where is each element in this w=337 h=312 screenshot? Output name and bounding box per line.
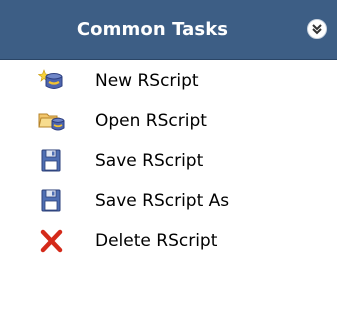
task-label: New RScript — [95, 71, 199, 91]
task-label: Save RScript — [95, 151, 204, 171]
save-rscript-link[interactable]: Save RScript — [0, 141, 330, 181]
panel-title: Common Tasks — [76, 19, 229, 40]
new-rscript-link[interactable]: New RScript — [0, 61, 330, 101]
task-label: Delete RScript — [95, 231, 218, 251]
task-label: Save RScript As — [95, 191, 230, 211]
delete-rscript-link[interactable]: Delete RScript — [0, 221, 330, 261]
save-rscript-as-link[interactable]: Save RScript As — [0, 181, 330, 221]
floppy-disk-icon — [41, 149, 61, 172]
panel-header: Common Tasks — [0, 0, 337, 60]
red-x-delete-icon — [40, 229, 63, 253]
common-tasks-panel: Common Tasks New RScript Open RScript Sa… — [0, 0, 337, 312]
double-chevron-down-icon — [312, 24, 322, 35]
floppy-disk-icon — [41, 189, 61, 212]
collapse-button[interactable] — [307, 19, 327, 39]
open-rscript-link[interactable]: Open RScript — [0, 101, 330, 141]
task-label: Open RScript — [95, 111, 207, 131]
new-script-icon — [38, 69, 63, 89]
open-folder-icon — [38, 113, 65, 131]
